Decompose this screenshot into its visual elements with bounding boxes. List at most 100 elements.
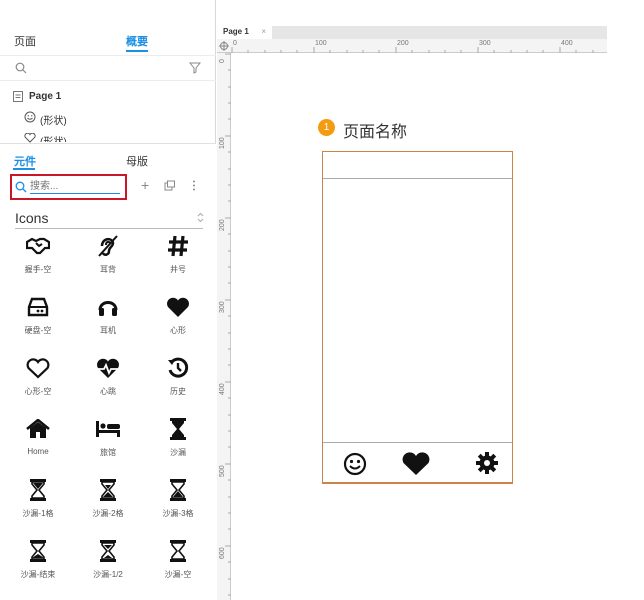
deaf-icon	[98, 235, 118, 257]
annotation-badge[interactable]: 1	[318, 119, 335, 136]
hourglass-half-icon	[100, 479, 116, 501]
widget-hdd[interactable]: 硬盘-空	[2, 291, 74, 352]
hruler-label: 100	[315, 40, 327, 47]
widget-label: 沙漏-1/2	[93, 570, 123, 579]
hruler-label: 200	[397, 40, 409, 47]
crosshair-icon[interactable]	[219, 41, 229, 51]
heartbeat-icon	[97, 358, 119, 378]
page-name-label[interactable]: 页面名称	[343, 118, 407, 142]
vertical-ruler: 0 100 200 300 400 500 600	[217, 53, 231, 600]
hruler-label: 400	[561, 40, 573, 47]
tab-outline-underline	[126, 50, 148, 52]
widget-label: 沙漏-结束	[20, 570, 56, 579]
gear-icon[interactable]	[476, 452, 498, 474]
widget-label: 沙漏-1格	[22, 509, 54, 518]
widget-handshake[interactable]: 握手-空	[2, 230, 74, 291]
more-options-icon[interactable]	[192, 180, 196, 191]
widget-label: 沙漏-2格	[92, 509, 124, 518]
phone-header-bar[interactable]	[323, 152, 512, 179]
library-divider	[15, 228, 203, 229]
handshake-icon	[26, 237, 50, 255]
widget-label: 心形	[170, 326, 186, 335]
widget-hourglass-1[interactable]: 沙漏-1格	[2, 474, 74, 535]
widget-label: 沙漏-3格	[162, 509, 194, 518]
hourglass-icon	[170, 418, 186, 440]
editor-tab-bar: Page 1 ×	[217, 26, 607, 39]
heart-icon[interactable]	[401, 452, 431, 476]
page-doc-icon	[13, 91, 23, 102]
widget-hourglass[interactable]: 沙漏	[142, 413, 214, 474]
hruler-label: 300	[479, 40, 491, 47]
widget-home[interactable]: Home	[2, 413, 74, 474]
widget-label: 心形-空	[24, 387, 52, 396]
libraries-section: 元件 母版 + Icons 握手-空	[0, 143, 216, 600]
vruler-ticks	[225, 53, 231, 596]
tab-outline[interactable]: 概要	[126, 33, 148, 49]
widget-hourglass-empty[interactable]: 沙漏-空	[142, 535, 214, 596]
widget-heartbeat[interactable]: 心跳	[72, 352, 144, 413]
tree-item-shape-1[interactable]: (形状)	[40, 112, 67, 127]
hourglass-empty-icon	[170, 540, 186, 562]
page-tab[interactable]: Page 1 ×	[217, 26, 272, 39]
tab-pages[interactable]: 页面	[14, 33, 36, 49]
widget-hourglass-half[interactable]: 沙漏-1/2	[72, 535, 144, 596]
hotel-icon	[96, 421, 120, 437]
widget-deaf[interactable]: 耳背	[72, 230, 144, 291]
top-tabs: 页面 概要	[0, 26, 216, 52]
widget-hashtag[interactable]: 井号	[142, 230, 214, 291]
widget-label: 沙漏-空	[164, 570, 192, 579]
smile-icon[interactable]	[343, 452, 367, 476]
widget-label: Home	[27, 447, 49, 456]
tab-masters[interactable]: 母版	[126, 153, 148, 169]
widget-hourglass-done[interactable]: 沙漏-结束	[2, 535, 74, 596]
heart-shape-icon	[24, 133, 36, 143]
search-icon	[15, 181, 27, 193]
filter-icon[interactable]	[189, 62, 202, 74]
tab-libraries-underline	[13, 168, 35, 170]
horizontal-ruler: 0 100 200 300 400	[217, 39, 607, 53]
widget-hourglass-3[interactable]: 沙漏-3格	[142, 474, 214, 535]
left-panel: 页面 概要 Page 1 (形状) (形状) 元件 母版	[0, 0, 216, 600]
library-select-icon[interactable]	[197, 212, 204, 223]
widget-label: 旅馆	[100, 448, 116, 457]
phone-frame[interactable]	[322, 151, 513, 484]
widget-label: 井号	[170, 265, 186, 274]
page-tab-label: Page 1	[223, 27, 249, 36]
widget-label: 耳背	[100, 265, 116, 274]
hdd-icon	[27, 297, 49, 317]
widget-hourglass-2[interactable]: 沙漏-2格	[72, 474, 144, 535]
library-name[interactable]: Icons	[15, 210, 48, 226]
tab-libraries[interactable]: 元件	[14, 153, 36, 169]
widget-label: 硬盘-空	[24, 326, 52, 335]
home-icon	[26, 419, 50, 438]
hruler-ticks	[231, 47, 594, 53]
widget-history[interactable]: 历史	[142, 352, 214, 413]
heart-outline-icon	[26, 357, 50, 379]
search-icon[interactable]	[15, 62, 27, 74]
widget-label: 耳机	[100, 326, 116, 335]
copy-icon[interactable]	[164, 180, 176, 191]
library-search-input[interactable]	[30, 180, 120, 194]
tree-item-page1[interactable]: Page 1	[29, 91, 61, 102]
widget-label: 沙漏	[170, 448, 186, 457]
hourglass-done-icon	[30, 540, 46, 562]
close-icon[interactable]: ×	[261, 26, 266, 38]
widget-heart[interactable]: 心形	[142, 291, 214, 352]
hourglass-start-icon	[30, 479, 46, 501]
widget-label: 心跳	[100, 387, 116, 396]
phone-tab-bar[interactable]	[323, 442, 512, 483]
heart-icon	[167, 297, 189, 317]
history-icon	[168, 357, 189, 378]
hourglass-half2-icon	[100, 540, 116, 562]
smile-shape-icon	[24, 111, 36, 123]
widget-label: 历史	[170, 387, 186, 396]
library-search-box	[10, 174, 127, 200]
widget-headphones[interactable]: 耳机	[72, 291, 144, 352]
add-library-icon[interactable]: +	[141, 178, 149, 192]
headphones-icon	[98, 301, 118, 316]
widget-hotel[interactable]: 旅馆	[72, 413, 144, 474]
widget-heart-outline[interactable]: 心形-空	[2, 352, 74, 413]
tree-item-shape-2[interactable]: (形状)	[40, 133, 67, 142]
hruler-label: 0	[233, 40, 237, 47]
hashtag-icon	[168, 235, 188, 257]
